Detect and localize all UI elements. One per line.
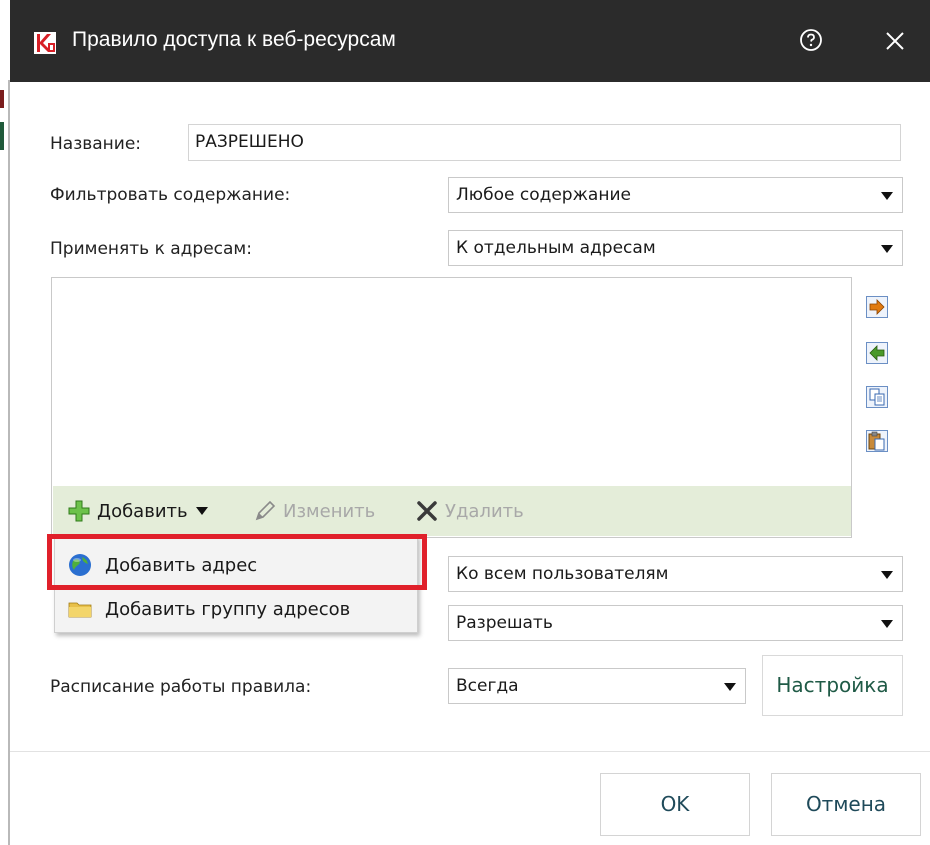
- add-dropdown-menu: Добавить адрес Добавить группу адресов: [54, 535, 418, 633]
- delete-x-icon: [417, 501, 437, 521]
- edit-button[interactable]: Изменить: [253, 486, 375, 536]
- chevron-down-icon: [881, 245, 893, 253]
- cancel-button[interactable]: Отмена: [771, 773, 921, 836]
- name-label: Название:: [50, 134, 142, 154]
- menu-item-add-address-group[interactable]: Добавить группу адресов: [55, 587, 417, 631]
- background-window-edge: [0, 0, 10, 845]
- schedule-label: Расписание работы правила:: [50, 677, 312, 697]
- paste-icon[interactable]: [866, 430, 888, 452]
- copy-icon[interactable]: [866, 386, 888, 408]
- chevron-down-icon: [881, 192, 893, 200]
- folder-icon: [68, 602, 92, 618]
- close-icon[interactable]: [882, 28, 908, 54]
- list-toolbar: Добавить Изменить Удалить: [53, 486, 851, 536]
- delete-label: Удалить: [445, 500, 524, 522]
- move-right-icon[interactable]: [866, 296, 888, 318]
- move-left-icon[interactable]: [866, 342, 888, 364]
- filter-select[interactable]: Любое содержание: [448, 177, 903, 213]
- kaspersky-logo-icon: [34, 32, 56, 54]
- action-value: Разрешать: [456, 613, 553, 633]
- menu-item-label: Добавить группу адресов: [105, 598, 351, 620]
- apply-label: Применять к адресам:: [50, 239, 252, 259]
- edit-label: Изменить: [283, 500, 376, 522]
- window-title: Правило доступа к веб-ресурсам: [72, 28, 396, 51]
- chevron-down-icon: [195, 507, 208, 515]
- menu-item-label: Добавить адрес: [105, 554, 258, 576]
- settings-button[interactable]: Настройка: [762, 655, 903, 716]
- help-icon[interactable]: [798, 27, 824, 53]
- footer-divider: [10, 751, 930, 752]
- globe-icon: [69, 554, 91, 576]
- schedule-value: Всегда: [456, 676, 519, 696]
- ok-button[interactable]: OK: [600, 773, 750, 836]
- apply-select[interactable]: К отдельным адресам: [448, 230, 903, 266]
- window-edge-mark: [0, 90, 4, 108]
- chevron-down-icon: [881, 571, 893, 579]
- action-select[interactable]: Разрешать: [448, 605, 903, 641]
- users-select[interactable]: Ко всем пользователям: [448, 556, 903, 592]
- menu-item-add-address[interactable]: Добавить адрес: [55, 543, 417, 587]
- chevron-down-icon: [724, 683, 736, 691]
- chevron-down-icon: [881, 620, 893, 628]
- add-label: Добавить: [97, 500, 188, 522]
- delete-button[interactable]: Удалить: [415, 486, 524, 536]
- filter-label: Фильтровать содержание:: [50, 185, 291, 205]
- users-value: Ко всем пользователям: [456, 564, 669, 584]
- window-edge-mark: [0, 122, 4, 150]
- add-button[interactable]: Добавить: [67, 486, 208, 536]
- name-input[interactable]: РАЗРЕШЕНО: [188, 124, 901, 161]
- window-edge-line: [8, 80, 10, 845]
- title-bar: Правило доступа к веб-ресурсам: [10, 0, 930, 82]
- filter-value: Любое содержание: [456, 185, 631, 205]
- plus-icon: [68, 500, 90, 522]
- schedule-select[interactable]: Всегда: [448, 668, 746, 704]
- apply-value: К отдельным адресам: [456, 238, 656, 258]
- pencil-icon: [255, 500, 276, 521]
